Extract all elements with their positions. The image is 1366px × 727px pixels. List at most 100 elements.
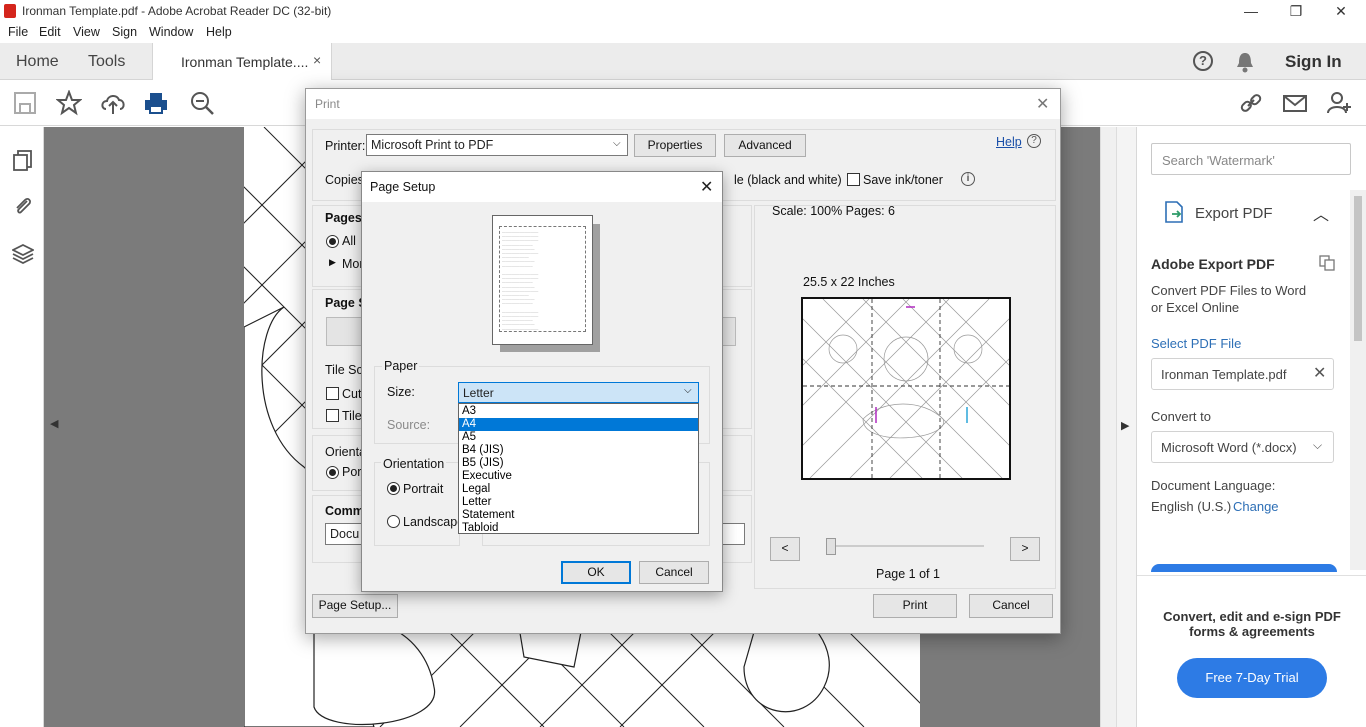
info-icon[interactable]: i (961, 172, 975, 186)
size-option[interactable]: A3 (459, 405, 698, 418)
print-button[interactable]: Print (873, 594, 957, 618)
print-dialog-titlebar (306, 89, 1060, 119)
help-circle-icon[interactable]: ? (1027, 134, 1041, 148)
email-icon[interactable] (1282, 90, 1308, 116)
portrait-radio-main[interactable] (326, 466, 339, 479)
add-user-icon[interactable] (1326, 90, 1352, 116)
printer-value: Microsoft Print to PDF (371, 138, 494, 152)
export-pdf-title[interactable]: Export PDF (1195, 205, 1273, 222)
paper-size-select[interactable]: Letter (458, 382, 699, 403)
chevron-down-icon[interactable]: ⌵ (1313, 438, 1322, 453)
pages-thumbnail-icon[interactable] (12, 149, 34, 171)
size-option-selected[interactable]: A4 (459, 418, 698, 431)
size-option[interactable]: A5 (459, 431, 698, 444)
convert-description-line1: Convert PDF Files to Word (1151, 283, 1307, 298)
close-window-button[interactable]: ✕ (1318, 0, 1364, 23)
comments-heading: Comm (325, 504, 364, 518)
remove-file-icon[interactable]: ✕ (1313, 363, 1326, 383)
share-link-icon[interactable] (1238, 90, 1264, 116)
format-dropdown[interactable]: Microsoft Word (*.docx) (1151, 431, 1334, 463)
setup-cancel-button[interactable]: Cancel (639, 561, 709, 584)
all-pages-radio[interactable] (326, 235, 339, 248)
scale-pages-label: Scale: 100% Pages: 6 (772, 204, 895, 218)
minimize-button[interactable]: — (1228, 0, 1274, 23)
preview-margin-box: ___________________ ___________________ __… (499, 226, 586, 332)
right-panel-scrollbar[interactable] (1350, 190, 1366, 570)
panel-collapse-column: ▶ (1116, 127, 1136, 727)
tab-document[interactable]: Ironman Template.... × (152, 43, 332, 80)
size-option[interactable]: Tabloid (459, 522, 698, 535)
promo-line2: forms & agreements (1189, 624, 1315, 639)
menu-file[interactable]: File (8, 25, 28, 39)
attachment-icon[interactable] (12, 195, 34, 217)
size-label: Size: (387, 385, 415, 399)
print-dialog-title: Print (315, 97, 340, 111)
upload-icon[interactable] (100, 90, 126, 116)
size-option[interactable]: Statement (459, 509, 698, 522)
zoom-icon[interactable] (189, 90, 215, 116)
source-label: Source: (387, 418, 431, 432)
tile-label: Tile (342, 409, 362, 423)
portrait-radio[interactable] (387, 482, 400, 495)
page-setup-title: Page Setup (370, 180, 436, 194)
size-option[interactable]: Executive (459, 470, 698, 483)
save-ink-checkbox[interactable] (847, 173, 860, 186)
search-tools-input[interactable]: Search 'Watermark' (1151, 143, 1351, 175)
page-setup-button[interactable]: Page Setup... (312, 594, 398, 618)
menu-help[interactable]: Help (206, 25, 232, 39)
size-option[interactable]: Letter (459, 496, 698, 509)
document-language-value: English (U.S.) (1151, 499, 1232, 514)
cut-checkbox[interactable] (326, 387, 339, 400)
advanced-button[interactable]: Advanced (724, 134, 806, 157)
tab-bar: Home Tools Ironman Template.... × ? Sign… (0, 43, 1366, 80)
menu-sign[interactable]: Sign (112, 25, 137, 39)
document-scrollbar[interactable] (1100, 127, 1116, 727)
page-slider-thumb[interactable] (826, 538, 836, 555)
sign-in-button[interactable]: Sign In (1285, 52, 1342, 72)
tile-checkbox[interactable] (326, 409, 339, 422)
copy-icon[interactable] (1319, 255, 1335, 271)
tab-close-icon[interactable]: × (313, 52, 321, 68)
print-cancel-button[interactable]: Cancel (969, 594, 1053, 618)
save-icon[interactable] (12, 90, 38, 116)
restore-button[interactable]: ❐ (1273, 0, 1319, 23)
size-option[interactable]: B5 (JIS) (459, 457, 698, 470)
size-option[interactable]: B4 (JIS) (459, 444, 698, 457)
ok-button[interactable]: OK (561, 561, 631, 584)
selected-file-field: Ironman Template.pdf (1151, 358, 1334, 390)
comments-value: Docu (330, 527, 360, 541)
select-pdf-file-link[interactable]: Select PDF File (1151, 336, 1241, 351)
tab-tools[interactable]: Tools (88, 53, 125, 71)
paper-size-value: Letter (463, 386, 494, 400)
page-slider-track[interactable] (826, 545, 984, 547)
landscape-radio[interactable] (387, 515, 400, 528)
convert-button-partial[interactable] (1151, 564, 1337, 572)
help-icon[interactable]: ? (1193, 51, 1213, 71)
page-setup-close-icon[interactable]: ✕ (700, 177, 713, 197)
chevron-up-icon[interactable]: ︿ (1313, 201, 1329, 225)
expand-right-icon[interactable]: ▶ (1121, 419, 1129, 432)
left-rail (0, 127, 44, 727)
tab-home[interactable]: Home (16, 53, 59, 71)
layers-icon[interactable] (12, 243, 34, 265)
scroll-thumb[interactable] (1354, 196, 1362, 341)
preview-thumbnail (803, 299, 1009, 478)
size-chevron-icon[interactable]: ⌵ (684, 385, 692, 396)
bookmark-star-icon[interactable] (56, 90, 82, 116)
printer-select[interactable]: Microsoft Print to PDF (366, 134, 628, 156)
menu-window[interactable]: Window (149, 25, 193, 39)
size-option[interactable]: Legal (459, 483, 698, 496)
properties-button[interactable]: Properties (634, 134, 716, 157)
menu-edit[interactable]: Edit (39, 25, 61, 39)
change-language-link[interactable]: Change (1233, 499, 1279, 514)
menu-view[interactable]: View (73, 25, 100, 39)
print-dialog-close-icon[interactable]: ✕ (1036, 94, 1049, 114)
collapse-left-icon[interactable]: ◀ (50, 417, 58, 430)
bell-icon[interactable] (1235, 51, 1255, 73)
print-icon[interactable] (143, 90, 169, 116)
prev-page-button[interactable]: < (770, 537, 800, 561)
free-trial-button[interactable]: Free 7-Day Trial (1177, 658, 1327, 698)
more-options-triangle-icon[interactable]: ▶ (329, 257, 336, 268)
next-page-button[interactable]: > (1010, 537, 1040, 561)
help-link[interactable]: Help (996, 135, 1022, 149)
